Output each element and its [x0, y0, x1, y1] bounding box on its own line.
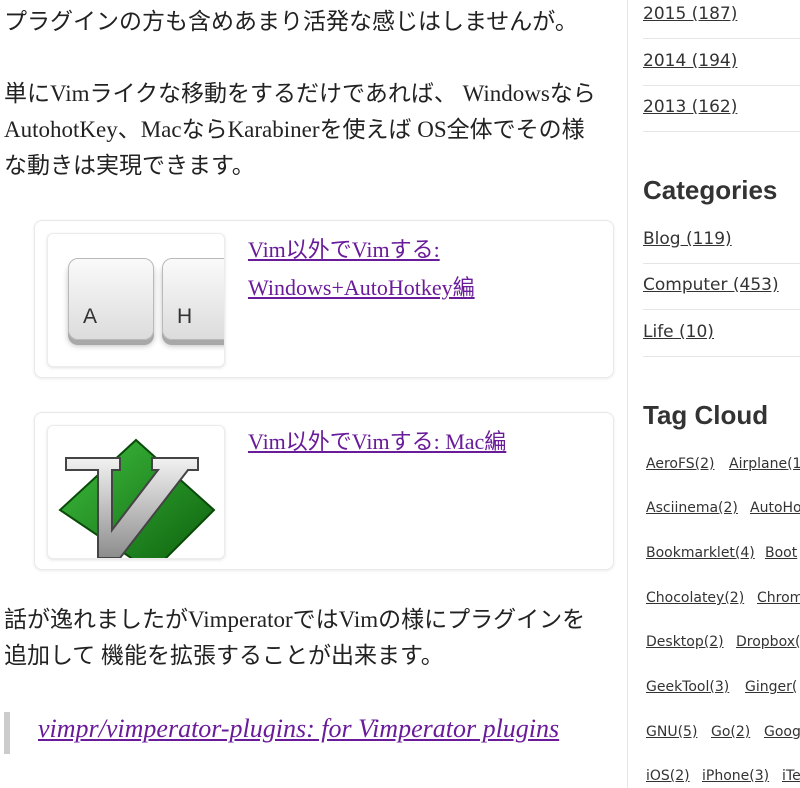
link-card-autohotkey[interactable]: A H Vim以外でVimする: Windows+AutoHotkey編: [34, 220, 614, 378]
category-link[interactable]: Blog (119): [643, 229, 732, 249]
divider: [643, 356, 800, 357]
archive-link[interactable]: 2015 (187): [643, 4, 737, 24]
vim-logo-icon: [58, 438, 216, 558]
paragraph-line: な動きは実現できます。: [4, 153, 255, 178]
archive-link[interactable]: 2014 (194): [643, 51, 737, 71]
sidebar: 2015 (187) 2014 (194) 2013 (162) Categor…: [643, 0, 800, 788]
vim-logo-thumbnail[interactable]: [47, 425, 225, 559]
tag-link[interactable]: Bookmarklet(4): [646, 545, 755, 561]
tag-link[interactable]: GeekTool(3): [646, 679, 729, 695]
card-title-link[interactable]: Vim以外でVimする: Windows+AutoHotkey編: [248, 231, 588, 307]
paragraph: 話が逸れましたがVimperatorではVimの様にプラグインを 追加して 機能…: [4, 602, 619, 674]
tag-link[interactable]: AutoHo: [750, 500, 800, 516]
tag-link[interactable]: Goog: [764, 724, 800, 740]
column-divider: [627, 0, 628, 788]
tag-cloud-heading: Tag Cloud: [643, 400, 769, 430]
divider: [643, 85, 800, 86]
archive-link[interactable]: 2013 (162): [643, 97, 737, 117]
paragraph-line: 話が逸れましたがVimperatorではVimの様にプラグインを: [4, 607, 586, 632]
keycap-a-icon: A: [68, 258, 154, 340]
tag-link[interactable]: iTe: [782, 768, 800, 784]
divider: [643, 38, 800, 39]
tag-link[interactable]: Ginger(: [745, 679, 797, 695]
tag-link[interactable]: Chocolatey(2): [646, 590, 744, 606]
paragraph-line: 単にVimライクな移動をするだけであれば、 Windowsなら: [4, 81, 596, 106]
tag-link[interactable]: iPhone(3): [702, 768, 769, 784]
tag-link[interactable]: Dropbox(: [736, 634, 800, 650]
link-card-mac[interactable]: Vim以外でVimする: Mac編: [34, 412, 614, 570]
divider: [643, 309, 800, 310]
tag-link[interactable]: Airplane(1: [729, 456, 800, 472]
tag-link[interactable]: Asciinema(2): [646, 500, 738, 516]
article-column: プラグインの方も含めあまり活発な感じはしませんが。 単にVimライクな移動をする…: [0, 0, 628, 788]
category-link[interactable]: Life (10): [643, 322, 714, 342]
paragraph: プラグインの方も含めあまり活発な感じはしませんが。: [4, 9, 578, 34]
category-link[interactable]: Computer (453): [643, 275, 779, 295]
card-title-link[interactable]: Vim以外でVimする: Mac編: [248, 423, 588, 461]
divider: [643, 131, 800, 132]
blockquote-link[interactable]: vimpr/vimperator-plugins: for Vimperator…: [38, 714, 559, 744]
divider: [643, 263, 800, 264]
tag-link[interactable]: Desktop(2): [646, 634, 724, 650]
tag-link[interactable]: iOS(2): [646, 768, 690, 784]
blockquote-bar: [4, 712, 10, 754]
keyboard-keys-thumbnail[interactable]: A H: [47, 233, 225, 367]
tag-link[interactable]: AeroFS(2): [646, 456, 714, 472]
tag-link[interactable]: GNU(5): [646, 724, 697, 740]
paragraph: 単にVimライクな移動をするだけであれば、 Windowsなら AutohotK…: [4, 76, 619, 184]
tag-link[interactable]: Chrom: [757, 590, 800, 606]
categories-heading: Categories: [643, 175, 778, 205]
tag-link[interactable]: Boot: [765, 545, 797, 561]
tag-link[interactable]: Go(2): [711, 724, 750, 740]
paragraph-line: AutohotKey、MacならKarabinerを使えば OS全体でその様: [4, 117, 585, 142]
keycap-h-icon: H: [162, 258, 224, 340]
paragraph-line: 追加して 機能を拡張することが出来ます。: [4, 643, 444, 668]
